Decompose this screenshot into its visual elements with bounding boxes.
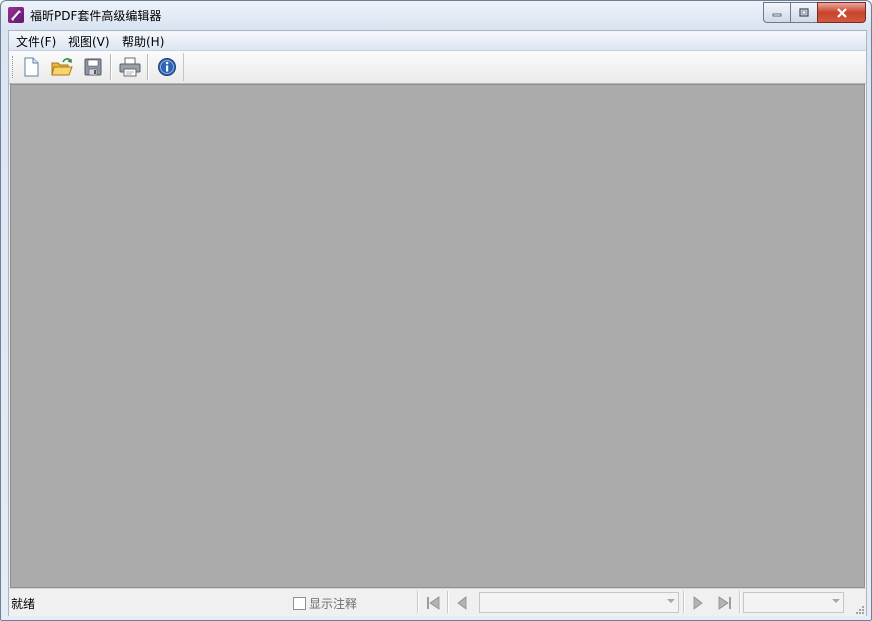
- document-viewport[interactable]: [10, 84, 865, 588]
- print-icon: [119, 57, 141, 77]
- client-area: 文件(F) 视图(V) 帮助(H) 就绪 显示注释: [8, 30, 867, 616]
- status-divider: [739, 591, 740, 613]
- show-annotations-checkbox[interactable]: [293, 597, 306, 610]
- chevron-down-icon[interactable]: [667, 599, 675, 603]
- show-annotations-toggle[interactable]: 显示注释: [293, 595, 357, 612]
- app-logo-icon: [8, 7, 24, 23]
- title-bar[interactable]: 福昕PDF套件高级编辑器: [1, 1, 871, 30]
- page-number-combo[interactable]: [479, 592, 679, 613]
- app-window: 福昕PDF套件高级编辑器 文件(F) 视图(V) 帮助(H) 就绪 显示注释: [0, 0, 872, 621]
- status-divider: [447, 591, 448, 613]
- status-divider: [683, 591, 684, 613]
- open-folder-icon: [51, 58, 73, 76]
- menu-help[interactable]: 帮助(H): [122, 33, 164, 50]
- first-page-button[interactable]: [422, 593, 444, 613]
- print-button[interactable]: [118, 55, 142, 79]
- status-bar: 就绪 显示注释: [9, 588, 866, 616]
- toolbar: [9, 51, 866, 84]
- show-annotations-label: 显示注释: [309, 597, 358, 611]
- about-button[interactable]: [155, 55, 179, 79]
- status-text: 就绪: [11, 597, 36, 611]
- info-icon: [158, 58, 176, 76]
- first-page-icon: [427, 596, 440, 610]
- open-file-button[interactable]: [50, 55, 74, 79]
- status-divider: [417, 591, 418, 613]
- toolbar-end-divider: [183, 53, 184, 81]
- menu-bar: 文件(F) 视图(V) 帮助(H): [9, 31, 866, 51]
- next-page-button[interactable]: [687, 593, 709, 613]
- next-page-icon: [693, 596, 703, 610]
- close-icon: [818, 3, 865, 22]
- menu-file[interactable]: 文件(F): [16, 33, 56, 50]
- maximize-icon: [791, 3, 817, 22]
- close-button[interactable]: [817, 2, 866, 23]
- save-icon: [84, 58, 102, 76]
- previous-page-icon: [457, 596, 467, 610]
- window-title: 福昕PDF套件高级编辑器: [30, 9, 162, 23]
- zoom-combo[interactable]: [743, 592, 844, 613]
- new-document-button[interactable]: [19, 55, 43, 79]
- last-page-button[interactable]: [714, 593, 736, 613]
- chevron-down-icon[interactable]: [832, 599, 840, 603]
- resize-grip-icon[interactable]: [855, 605, 865, 615]
- minimize-icon: [764, 3, 790, 22]
- minimize-button[interactable]: [763, 2, 790, 23]
- toolbar-separator: [147, 54, 148, 80]
- new-document-icon: [24, 57, 39, 77]
- last-page-icon: [718, 596, 731, 610]
- previous-page-button[interactable]: [451, 593, 473, 613]
- toolbar-grip[interactable]: [12, 56, 15, 78]
- maximize-button[interactable]: [790, 2, 817, 23]
- menu-view[interactable]: 视图(V): [68, 33, 110, 50]
- toolbar-separator: [110, 54, 111, 80]
- save-button[interactable]: [81, 55, 105, 79]
